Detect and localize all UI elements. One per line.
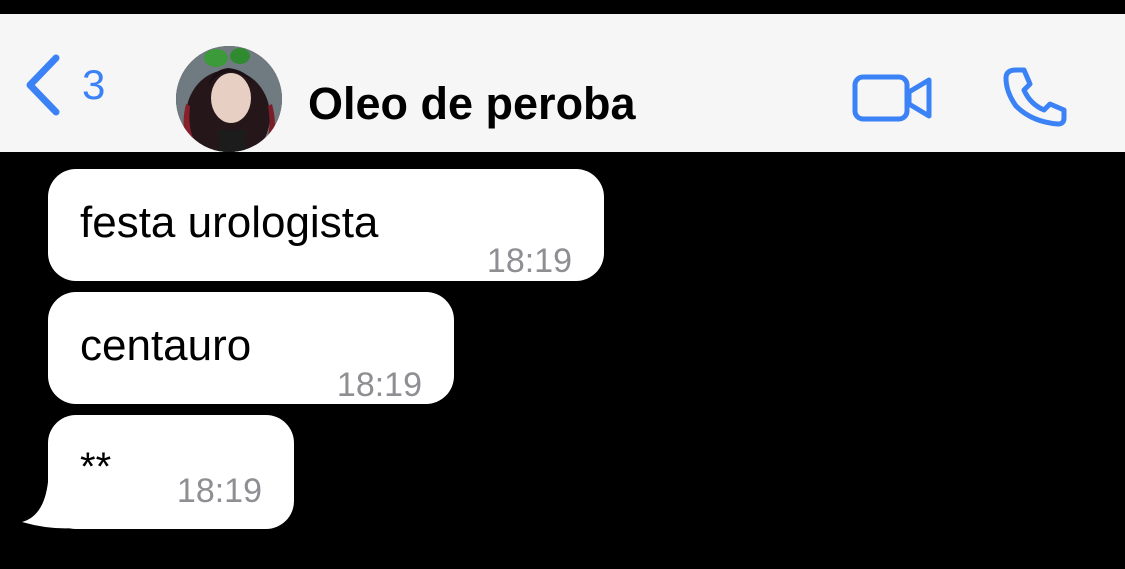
phone-icon [1003, 67, 1067, 127]
unread-count: 3 [82, 61, 106, 108]
video-camera-icon [852, 74, 932, 122]
message-text: centauro [80, 321, 252, 370]
video-call-button[interactable] [852, 72, 934, 124]
message-bubble[interactable]: festa urologista 18:19 [48, 169, 604, 281]
voice-call-button[interactable] [1002, 66, 1068, 128]
message-timestamp: 18:19 [336, 366, 422, 404]
back-button[interactable]: 3 [22, 52, 105, 118]
message-bubble[interactable]: centauro 18:19 [48, 292, 454, 404]
contact-name[interactable]: Oleo de peroba [308, 78, 636, 130]
message-text: festa urologista [80, 198, 379, 247]
message-timestamp: 18:19 [486, 242, 572, 280]
message-bubble[interactable]: ** 18:19 [48, 415, 294, 529]
chevron-left-icon [26, 54, 60, 116]
message-list: festa urologista 18:19 centauro 18:19 **… [0, 152, 1125, 569]
avatar[interactable] [176, 46, 282, 152]
message-text: ** [80, 445, 112, 489]
message-timestamp: 18:19 [176, 472, 262, 510]
status-bar-strip [0, 0, 1125, 14]
avatar-image [176, 46, 282, 152]
chat-header: 3 Oleo de peroba [0, 14, 1125, 152]
